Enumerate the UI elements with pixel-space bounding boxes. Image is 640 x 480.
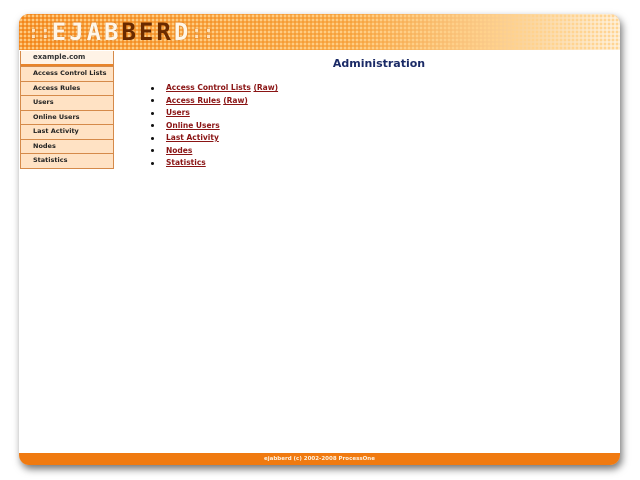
bullet-icon — [151, 149, 154, 152]
header-bar: :: EJAB BER D :: — [19, 14, 620, 50]
list-item: Online Users — [151, 120, 278, 133]
list-item: Access Control Lists (Raw) — [151, 82, 278, 95]
list-item: Statistics — [151, 157, 278, 170]
ejabberd-logo: :: EJAB BER D :: — [28, 18, 215, 46]
link-statistics[interactable]: Statistics — [166, 158, 206, 167]
page-title: Administration — [332, 57, 426, 70]
list-item: Access Rules (Raw) — [151, 95, 278, 108]
sidebar-host-label[interactable]: example.com — [21, 51, 113, 66]
link-users[interactable]: Users — [166, 108, 190, 117]
sidebar-nav: example.com Access Control Lists Access … — [20, 51, 114, 169]
link-nodes[interactable]: Nodes — [166, 146, 192, 155]
app-window: :: EJAB BER D :: example.com Access Cont… — [19, 14, 620, 465]
bullet-icon — [151, 111, 154, 115]
link-last-activity[interactable]: Last Activity — [166, 133, 219, 142]
sidebar-item-nodes[interactable]: Nodes — [21, 138, 113, 153]
bullet-icon — [151, 161, 154, 165]
bullet-icon — [151, 124, 154, 127]
sidebar-item-statistics[interactable]: Statistics — [21, 153, 113, 168]
list-item: Last Activity — [151, 132, 278, 145]
bullet-icon — [151, 136, 154, 140]
sidebar-item-users[interactable]: Users — [21, 95, 113, 110]
link-access-rules[interactable]: Access Rules — [166, 96, 221, 105]
link-access-rules-raw[interactable]: (Raw) — [223, 96, 248, 105]
bullet-icon — [151, 86, 154, 90]
list-item: Users — [151, 107, 278, 120]
admin-menu-list: Access Control Lists (Raw) Access Rules … — [151, 82, 278, 170]
link-access-control-lists[interactable]: Access Control Lists — [166, 83, 251, 92]
link-access-control-lists-raw[interactable]: (Raw) — [253, 83, 278, 92]
link-online-users[interactable]: Online Users — [166, 121, 220, 130]
footer-copyright: ejabberd (c) 2002-2008 ProcessOne — [19, 453, 620, 465]
sidebar-item-access-rules[interactable]: Access Rules — [21, 80, 113, 95]
sidebar-item-access-control-lists[interactable]: Access Control Lists — [21, 66, 113, 81]
list-item: Nodes — [151, 145, 278, 158]
bullet-icon — [151, 99, 154, 102]
sidebar-item-online-users[interactable]: Online Users — [21, 109, 113, 124]
sidebar-item-last-activity[interactable]: Last Activity — [21, 124, 113, 139]
